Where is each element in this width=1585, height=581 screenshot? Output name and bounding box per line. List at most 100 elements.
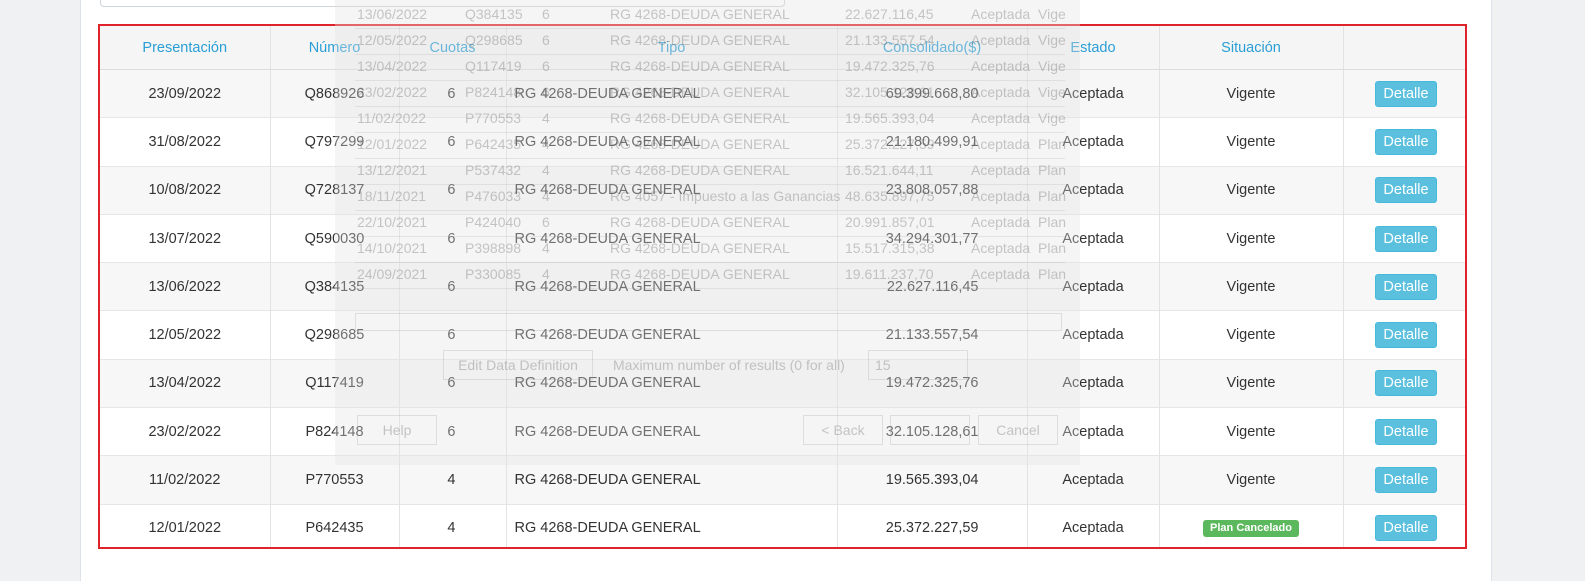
plans-table-container: Presentación Número Cuotas Tipo Consolid…: [98, 24, 1467, 549]
col-header-numero[interactable]: Número: [270, 26, 400, 70]
table-row: 23/09/2022 Q868926 6 RG 4268-DEUDA GENERAL 6…: [100, 68, 1465, 118]
cell-acciones: Detalle: [1343, 68, 1465, 118]
col-header-presentacion[interactable]: Presentación: [100, 26, 271, 70]
detalle-button[interactable]: Detalle: [1375, 80, 1437, 107]
plans-table: Presentación Número Cuotas Tipo Consolid…: [100, 26, 1465, 547]
cell-presentacion: 11/02/2022: [100, 455, 271, 505]
cell-consolidado: 19.565.393,04: [837, 455, 1028, 505]
cell-situacion: Vigente: [1159, 165, 1344, 215]
cell-presentacion: 12/01/2022: [100, 503, 271, 547]
cell-consolidado: 32.105.128,61: [837, 407, 1028, 456]
cell-situacion: Vigente: [1159, 117, 1344, 167]
cell-consolidado: 69.399.668,80: [837, 68, 1028, 118]
table-row: 13/06/2022 Q384135 6 RG 4268-DEUDA GENERAL 2…: [100, 262, 1465, 311]
status-badge: Plan Cancelado: [1203, 520, 1299, 538]
col-header-acciones: [1343, 26, 1465, 70]
cell-estado: Aceptada: [1027, 262, 1160, 311]
cell-acciones: Detalle: [1343, 310, 1465, 360]
cell-acciones: Detalle: [1343, 407, 1465, 456]
cell-numero: Q384135: [270, 262, 400, 311]
cell-cuotas: 6: [399, 165, 507, 215]
table-row: 13/07/2022 Q590030 6 RG 4268-DEUDA GENERAL 3…: [100, 213, 1465, 263]
cell-situacion: Vigente: [1159, 262, 1344, 311]
cell-estado: Aceptada: [1027, 455, 1160, 505]
detalle-button[interactable]: Detalle: [1375, 128, 1437, 155]
cell-situacion: Vigente: [1159, 455, 1344, 505]
detalle-button[interactable]: Detalle: [1375, 177, 1437, 204]
filter-input[interactable]: [100, 0, 785, 7]
detalle-button[interactable]: Detalle: [1375, 515, 1437, 542]
cell-cuotas: 6: [399, 117, 507, 167]
cell-consolidado: 21.180.499,91: [837, 117, 1028, 167]
table-row: 31/08/2022 Q797299 6 RG 4268-DEUDA GENERAL 2…: [100, 117, 1465, 167]
cell-tipo: RG 4268-DEUDA GENERAL: [506, 358, 838, 408]
cell-presentacion: 12/05/2022: [100, 310, 271, 360]
cell-tipo: RG 4268-DEUDA GENERAL: [506, 407, 838, 456]
col-header-tipo[interactable]: Tipo: [506, 26, 838, 70]
table-body: 23/09/2022 Q868926 6 RG 4268-DEUDA GENERAL 6…: [100, 68, 1465, 547]
cell-situacion: Vigente: [1159, 68, 1344, 118]
table-row: 12/01/2022 P642435 4 RG 4268-DEUDA GENERAL 2…: [100, 503, 1465, 547]
cell-presentacion: 23/09/2022: [100, 68, 271, 118]
cell-situacion: Vigente: [1159, 213, 1344, 263]
cell-estado: Aceptada: [1027, 165, 1160, 215]
cell-consolidado: 23.808.057,88: [837, 165, 1028, 215]
cell-presentacion: 31/08/2022: [100, 117, 271, 167]
detalle-button[interactable]: Detalle: [1375, 418, 1437, 445]
cell-numero: Q797299: [270, 117, 400, 167]
cell-tipo: RG 4268-DEUDA GENERAL: [506, 213, 838, 263]
cell-acciones: Detalle: [1343, 165, 1465, 215]
table-header-row: Presentación Número Cuotas Tipo Consolid…: [100, 26, 1465, 70]
cell-acciones: Detalle: [1343, 358, 1465, 408]
cell-estado: Aceptada: [1027, 503, 1160, 547]
cell-presentacion: 13/04/2022: [100, 358, 271, 408]
cell-cuotas: 6: [399, 310, 507, 360]
cell-cuotas: 6: [399, 407, 507, 456]
cell-cuotas: 6: [399, 213, 507, 263]
detalle-button[interactable]: Detalle: [1375, 225, 1437, 252]
col-header-situacion[interactable]: Situación: [1159, 26, 1344, 70]
cell-estado: Aceptada: [1027, 68, 1160, 118]
cell-numero: Q298685: [270, 310, 400, 360]
cell-estado: Aceptada: [1027, 310, 1160, 360]
cell-estado: Aceptada: [1027, 358, 1160, 408]
cell-cuotas: 6: [399, 68, 507, 118]
table-row: 12/05/2022 Q298685 6 RG 4268-DEUDA GENERAL 2…: [100, 310, 1465, 360]
detalle-button[interactable]: Detalle: [1375, 370, 1437, 397]
cell-acciones: Detalle: [1343, 117, 1465, 167]
col-header-estado[interactable]: Estado: [1027, 26, 1160, 70]
cell-cuotas: 4: [399, 503, 507, 547]
cell-acciones: Detalle: [1343, 503, 1465, 547]
cell-acciones: Detalle: [1343, 213, 1465, 263]
cell-consolidado: 19.472.325,76: [837, 358, 1028, 408]
detalle-button[interactable]: Detalle: [1375, 322, 1437, 349]
cell-situacion: Vigente: [1159, 310, 1344, 360]
table-row: 23/02/2022 P824148 6 RG 4268-DEUDA GENERAL 3…: [100, 407, 1465, 456]
col-header-cuotas[interactable]: Cuotas: [399, 26, 507, 70]
cell-cuotas: 6: [399, 262, 507, 311]
cell-consolidado: 22.627.116,45: [837, 262, 1028, 311]
cell-numero: Q117419: [270, 358, 400, 408]
cell-numero: Q728137: [270, 165, 400, 215]
col-header-consolidado[interactable]: Consolidado($): [837, 26, 1028, 70]
cell-tipo: RG 4268-DEUDA GENERAL: [506, 310, 838, 360]
cell-cuotas: 4: [399, 455, 507, 505]
cell-tipo: RG 4268-DEUDA GENERAL: [506, 455, 838, 505]
cell-presentacion: 23/02/2022: [100, 407, 271, 456]
cell-tipo: RG 4268-DEUDA GENERAL: [506, 503, 838, 547]
cell-situacion: Plan Cancelado: [1159, 503, 1344, 547]
cell-numero: Q590030: [270, 213, 400, 263]
detalle-button[interactable]: Detalle: [1375, 467, 1437, 494]
cell-consolidado: 21.133.557,54: [837, 310, 1028, 360]
detalle-button[interactable]: Detalle: [1375, 273, 1437, 300]
cell-tipo: RG 4268-DEUDA GENERAL: [506, 117, 838, 167]
cell-presentacion: 13/07/2022: [100, 213, 271, 263]
cell-estado: Aceptada: [1027, 117, 1160, 167]
cell-numero: Q868926: [270, 68, 400, 118]
cell-estado: Aceptada: [1027, 407, 1160, 456]
cell-acciones: Detalle: [1343, 455, 1465, 505]
cell-tipo: RG 4268-DEUDA GENERAL: [506, 68, 838, 118]
cell-consolidado: 25.372.227,59: [837, 503, 1028, 547]
cell-presentacion: 10/08/2022: [100, 165, 271, 215]
cell-numero: P642435: [270, 503, 400, 547]
